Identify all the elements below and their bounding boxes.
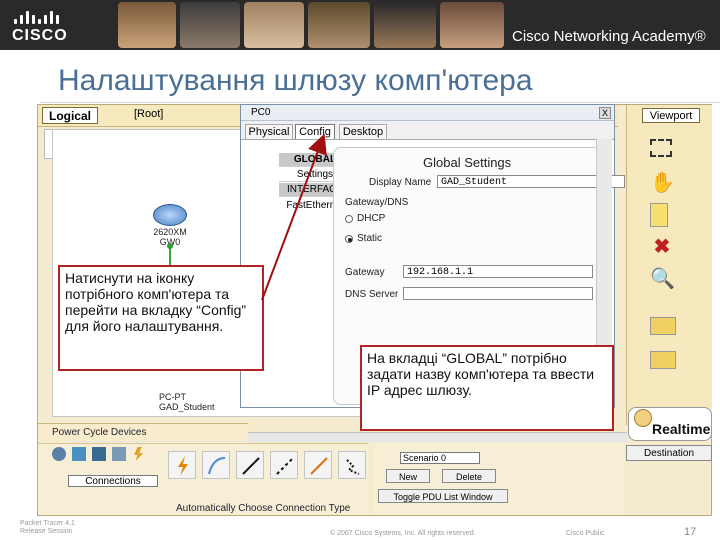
gateway-dns-group-label: Gateway/DNS <box>345 197 409 208</box>
connections-label: Connections <box>68 475 158 487</box>
router-category-icon[interactable] <box>52 447 66 461</box>
footer-classification: Cisco Public <box>566 530 605 537</box>
dhcp-radio[interactable] <box>345 215 353 223</box>
static-label: Static <box>357 233 383 244</box>
serial-cable-icon[interactable] <box>338 451 366 479</box>
link-status-dot <box>167 243 173 249</box>
top-banner: CISCO Cisco Networking Academy® <box>0 0 720 50</box>
display-name-label: Display Name <box>369 177 432 188</box>
academy-name: Cisco Networking Academy® <box>512 28 706 45</box>
scenario-select[interactable]: Scenario 0 <box>400 452 480 464</box>
fiber-cable-icon[interactable] <box>304 451 332 479</box>
dns-server-input[interactable] <box>403 287 593 300</box>
banner-photo <box>180 2 240 48</box>
tab-desktop[interactable]: Desktop <box>339 124 387 139</box>
switch-category-icon[interactable] <box>72 447 86 461</box>
destination-column-header: Destination <box>626 445 712 461</box>
new-scenario-button[interactable]: New <box>386 469 430 483</box>
toggle-pdu-list-button[interactable]: Toggle PDU List Window <box>378 489 508 503</box>
global-settings-title: Global Settings <box>423 155 512 170</box>
complex-pdu-icon[interactable] <box>650 351 676 369</box>
clock-icon <box>634 409 652 427</box>
hub-category-icon[interactable] <box>92 447 106 461</box>
straight-cable-icon[interactable] <box>236 451 264 479</box>
console-cable-icon[interactable] <box>202 451 230 479</box>
title-divider <box>40 102 720 103</box>
page-number: 17 <box>684 526 697 538</box>
tab-logical[interactable]: Logical <box>42 107 98 124</box>
select-icon[interactable] <box>650 139 672 157</box>
viewport-button[interactable]: Viewport <box>642 108 700 123</box>
inspect-magnifier-icon[interactable]: 🔍 <box>650 267 675 291</box>
dns-server-label: DNS Server <box>345 289 399 300</box>
callout-select-pc: Натиснути на іконку потрібного комп'ютер… <box>58 265 264 371</box>
tab-config[interactable]: Config <box>295 124 335 139</box>
realtime-label: Realtime <box>652 421 711 437</box>
cisco-logo-text: CISCO <box>12 27 68 44</box>
cisco-logo-icon <box>14 10 64 24</box>
auto-connection-label: Automatically Choose Connection Type <box>176 503 351 514</box>
pc-label: PC-PT GAD_Student <box>159 392 215 412</box>
banner-photo <box>440 2 504 48</box>
page-title: Налаштування шлюзу комп'ютера <box>58 64 533 97</box>
router-icon[interactable] <box>153 204 187 226</box>
banner-photo <box>308 2 370 48</box>
dhcp-label: DHCP <box>357 213 386 224</box>
static-radio[interactable] <box>345 235 353 243</box>
delete-scenario-button[interactable]: Delete <box>442 469 496 483</box>
window-title: PC0 <box>251 107 271 118</box>
footer-left: Packet Tracer 4.1 Release Session <box>20 520 75 535</box>
crossover-cable-icon[interactable] <box>270 451 298 479</box>
wireless-category-icon[interactable] <box>112 447 126 461</box>
note-icon[interactable] <box>650 203 668 227</box>
banner-photo <box>244 2 304 48</box>
delete-icon[interactable]: ✖ <box>650 235 674 259</box>
auto-connection-icon[interactable] <box>168 451 196 479</box>
banner-photo <box>374 2 436 48</box>
gateway-input[interactable]: 192.168.1.1 <box>403 265 593 278</box>
tab-physical[interactable]: Physical <box>245 124 293 139</box>
window-titlebar[interactable]: PC0 X <box>241 105 614 121</box>
simple-pdu-icon[interactable] <box>650 317 676 335</box>
root-label[interactable]: [Root] <box>134 108 163 120</box>
banner-photo <box>118 2 176 48</box>
callout-global-tab: На вкладці “GLOBAL” потрібно задати назв… <box>360 345 614 431</box>
move-hand-icon[interactable]: ✋ <box>650 171 675 195</box>
footer-copyright: © 2007 Cisco Systems, Inc. All rights re… <box>330 530 476 537</box>
close-icon[interactable]: X <box>599 107 611 119</box>
power-cycle-button[interactable]: Power Cycle Devices <box>52 427 146 438</box>
gateway-label: Gateway <box>345 267 385 278</box>
